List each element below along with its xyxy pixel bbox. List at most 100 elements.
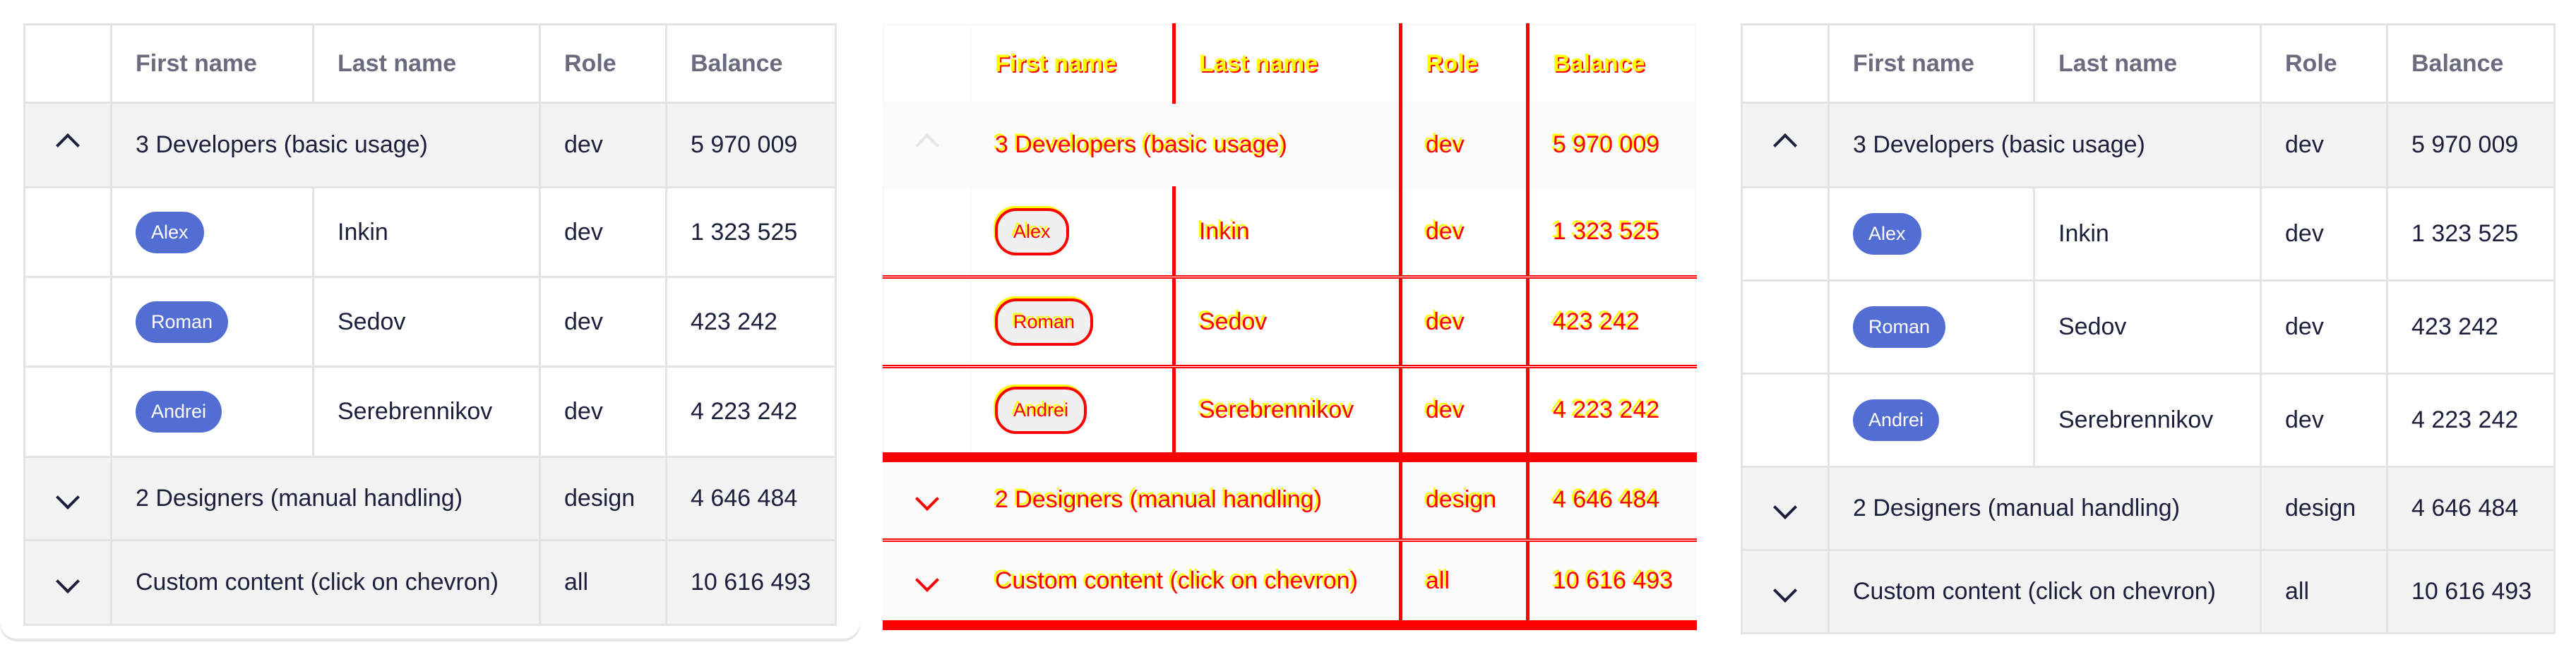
balance-cell: 5 970 009 bbox=[2386, 102, 2556, 188]
role-cell: dev bbox=[2260, 279, 2388, 375]
role-cell: dev bbox=[1399, 186, 1529, 279]
balance-cell: 4 646 484 bbox=[1526, 456, 1697, 542]
grouped-table: First name Last name Role Balance 3 Develope… bbox=[1741, 23, 2556, 634]
group-label: 2 Designers (manual handling) bbox=[1827, 466, 2262, 551]
table-row: Andrei Serebrennikov dev 4 223 242 bbox=[1741, 373, 2556, 468]
last-name-cell: Sedov bbox=[312, 276, 541, 368]
role-cell: dev bbox=[539, 186, 667, 278]
chevron-up-icon bbox=[56, 133, 80, 157]
expand-toggle[interactable] bbox=[23, 102, 112, 188]
header-last-name[interactable]: Last name bbox=[2033, 23, 2262, 104]
role-cell: dev bbox=[539, 366, 667, 458]
role-cell: all bbox=[539, 539, 667, 626]
role-cell: all bbox=[2260, 549, 2388, 634]
balance-cell: 4 646 484 bbox=[2386, 466, 2556, 551]
table-actual: First name Last name Role Balance 3 Develope… bbox=[1741, 23, 2556, 634]
header-expand bbox=[883, 23, 972, 104]
group-row: Custom content (click on chevron) all 10 6… bbox=[1741, 549, 2556, 634]
balance-cell: 10 616 493 bbox=[665, 539, 837, 626]
chevron-down-icon bbox=[56, 569, 80, 593]
chevron-down-icon bbox=[915, 487, 939, 512]
group-row: 3 Developers (basic usage) dev 5 970 009 bbox=[883, 102, 1697, 188]
chevron-down-icon bbox=[56, 485, 80, 509]
header-role[interactable]: Role bbox=[1399, 23, 1529, 104]
table-row: Roman Sedov dev 423 242 bbox=[23, 276, 837, 368]
header-role[interactable]: Role bbox=[539, 23, 667, 104]
role-cell: dev bbox=[539, 102, 667, 188]
balance-cell: 4 223 242 bbox=[665, 366, 837, 458]
expand-toggle[interactable] bbox=[23, 456, 112, 541]
chevron-down-icon bbox=[915, 567, 939, 592]
first-name-cell: Alex bbox=[1827, 186, 2035, 282]
first-name-cell: Alex bbox=[970, 186, 1175, 279]
balance-cell: 423 242 bbox=[2386, 279, 2556, 375]
first-name-chip: Roman bbox=[995, 298, 1094, 346]
table-row: Alex Inkin dev 1 323 525 bbox=[1741, 186, 2556, 282]
last-name-cell: Inkin bbox=[1172, 186, 1402, 279]
balance-cell: 10 616 493 bbox=[2386, 549, 2556, 634]
group-row: Custom content (click on chevron) all 10 6… bbox=[883, 539, 1697, 630]
header-first-name[interactable]: First name bbox=[970, 23, 1175, 104]
last-name-cell: Sedov bbox=[2033, 279, 2262, 375]
expand-toggle[interactable] bbox=[1741, 466, 1830, 551]
indent-cell bbox=[1741, 373, 1830, 468]
group-label: Custom content (click on chevron) bbox=[970, 539, 1402, 630]
group-row: 2 Designers (manual handling) design 4 646… bbox=[883, 456, 1697, 542]
first-name-cell: Andrei bbox=[110, 366, 314, 458]
expand-toggle[interactable] bbox=[883, 456, 972, 542]
header-first-name[interactable]: First name bbox=[1827, 23, 2035, 104]
balance-cell: 1 323 525 bbox=[2386, 186, 2556, 282]
first-name-cell: Andrei bbox=[1827, 373, 2035, 468]
indent-cell bbox=[1741, 186, 1830, 282]
role-cell: dev bbox=[1399, 276, 1529, 368]
table-row: Alex Inkin dev 1 323 525 bbox=[23, 186, 837, 278]
indent-cell bbox=[883, 366, 972, 462]
group-label: Custom content (click on chevron) bbox=[1827, 549, 2262, 634]
header-balance[interactable]: Balance bbox=[665, 23, 837, 104]
balance-cell: 1 323 525 bbox=[1526, 186, 1697, 279]
header-first-name[interactable]: First name bbox=[110, 23, 314, 104]
first-name-chip: Roman bbox=[136, 301, 229, 343]
balance-cell: 5 970 009 bbox=[665, 102, 837, 188]
header-last-name[interactable]: Last name bbox=[312, 23, 541, 104]
header-row: First name Last name Role Balance bbox=[23, 23, 837, 104]
balance-cell: 1 323 525 bbox=[665, 186, 837, 278]
expand-toggle[interactable] bbox=[23, 539, 112, 626]
role-cell: dev bbox=[2260, 186, 2388, 282]
chevron-down-icon bbox=[1773, 579, 1797, 603]
indent-cell bbox=[23, 276, 112, 368]
role-cell: dev bbox=[539, 276, 667, 368]
table-row: Roman Sedov dev 423 242 bbox=[1741, 279, 2556, 375]
expand-toggle[interactable] bbox=[1741, 549, 1830, 634]
role-cell: dev bbox=[2260, 102, 2388, 188]
chevron-up-icon bbox=[1773, 133, 1797, 157]
first-name-chip: Alex bbox=[136, 211, 204, 253]
header-balance[interactable]: Balance bbox=[2386, 23, 2556, 104]
first-name-cell: Roman bbox=[1827, 279, 2035, 375]
group-row: 3 Developers (basic usage) dev 5 970 009 bbox=[23, 102, 837, 188]
first-name-chip: Andrei bbox=[1853, 399, 1940, 441]
header-last-name[interactable]: Last name bbox=[1172, 23, 1402, 104]
balance-cell: 5 970 009 bbox=[1526, 102, 1697, 188]
header-role[interactable]: Role bbox=[2260, 23, 2388, 104]
table-expected: First name Last name Role Balance 3 Develope… bbox=[23, 23, 837, 626]
grouped-table: First name Last name Role Balance 3 Develope… bbox=[23, 23, 837, 626]
grouped-table: First name Last name Role Balance 3 Develope… bbox=[883, 23, 1697, 630]
expand-toggle[interactable] bbox=[883, 102, 972, 188]
expand-toggle[interactable] bbox=[1741, 102, 1830, 188]
balance-cell: 10 616 493 bbox=[1526, 539, 1697, 630]
last-name-cell: Serebrennikov bbox=[2033, 373, 2262, 468]
balance-cell: 4 646 484 bbox=[665, 456, 837, 541]
expand-toggle[interactable] bbox=[883, 539, 972, 630]
balance-cell: 4 223 242 bbox=[1526, 366, 1697, 462]
balance-cell: 423 242 bbox=[665, 276, 837, 368]
group-label: 2 Designers (manual handling) bbox=[970, 456, 1402, 542]
group-label: 3 Developers (basic usage) bbox=[970, 102, 1402, 188]
role-cell: design bbox=[1399, 456, 1529, 542]
last-name-cell: Sedov bbox=[1172, 276, 1402, 368]
header-balance[interactable]: Balance bbox=[1526, 23, 1697, 104]
last-name-cell: Inkin bbox=[312, 186, 541, 278]
indent-cell bbox=[883, 276, 972, 368]
group-label: Custom content (click on chevron) bbox=[110, 539, 541, 626]
table-diff: First name Last name Role Balance 3 Develope… bbox=[883, 23, 1697, 630]
